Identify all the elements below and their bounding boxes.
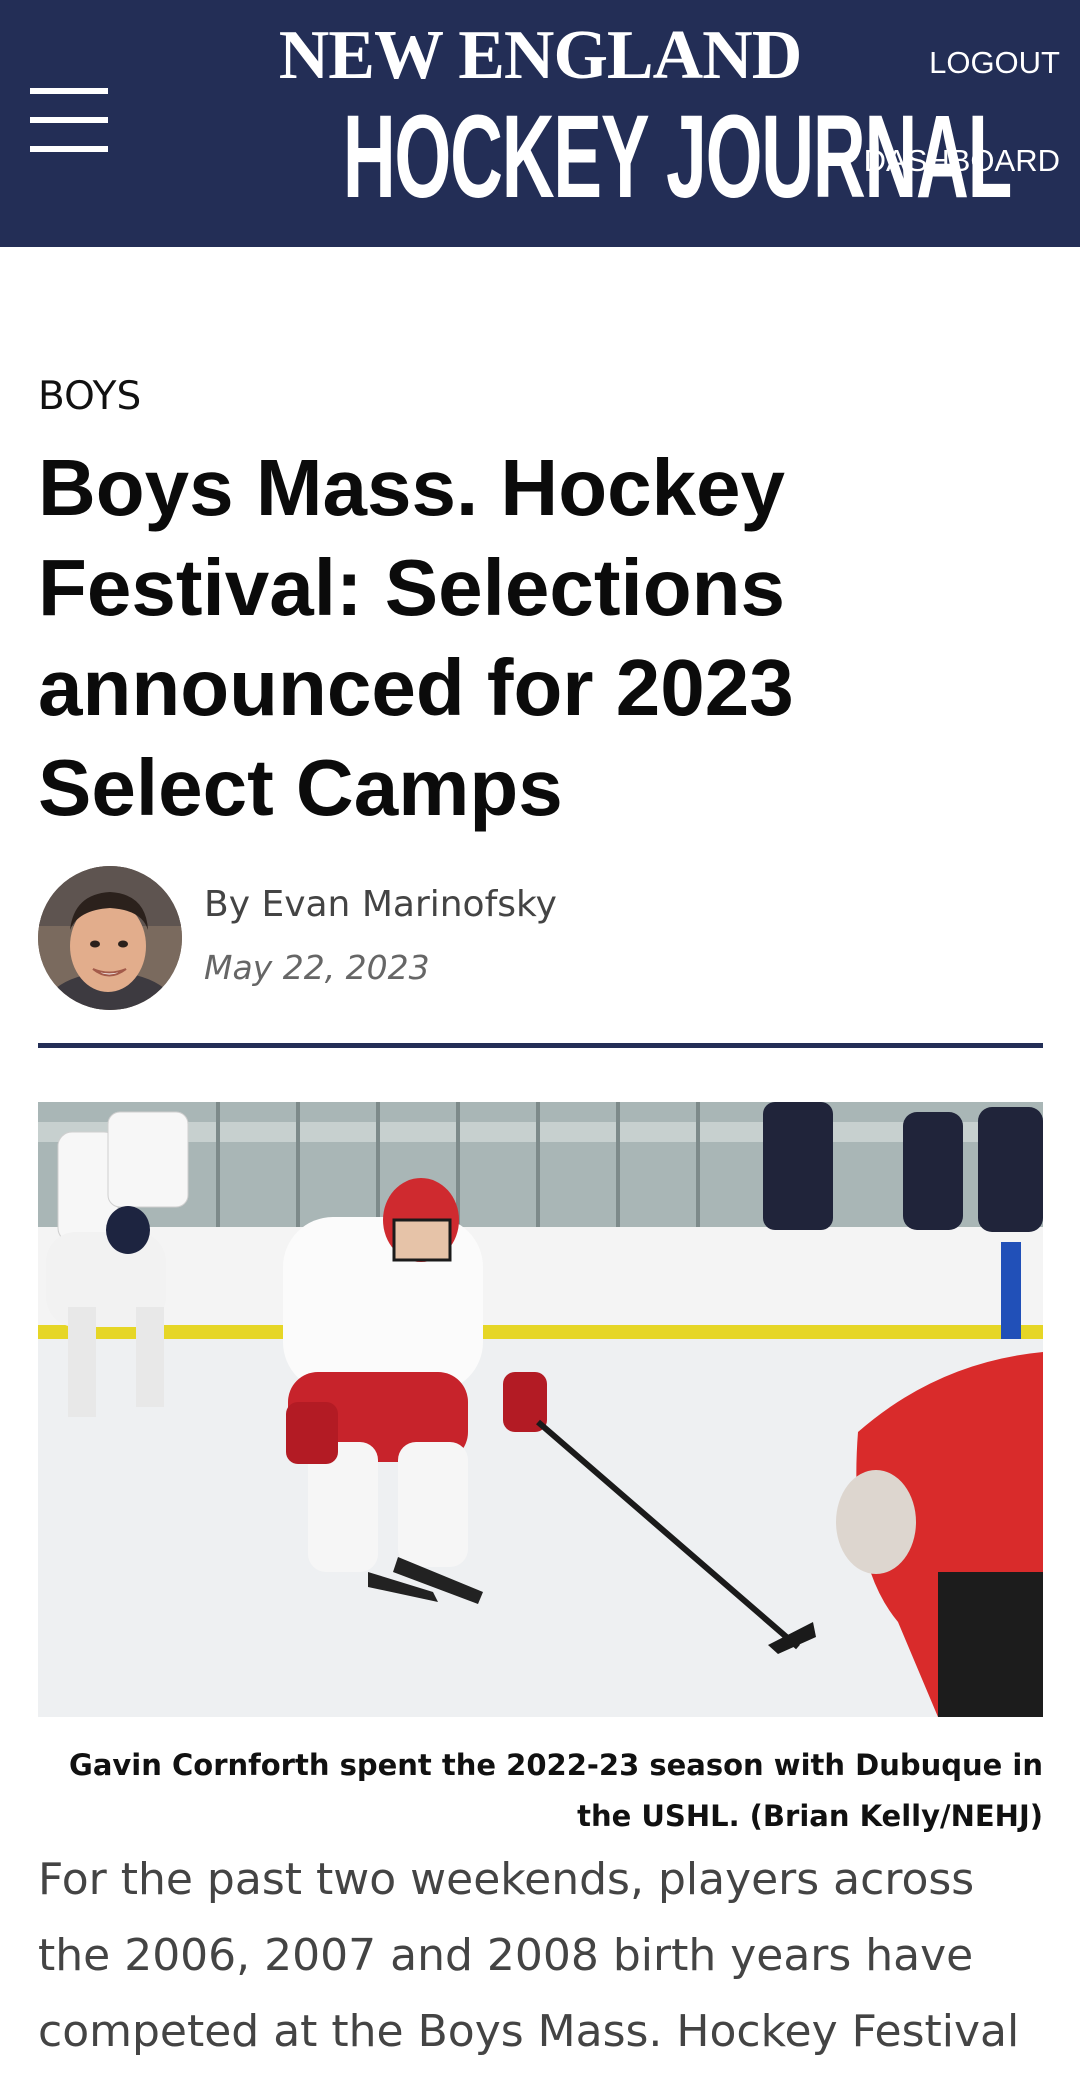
article-hero-photo[interactable] (38, 1102, 1043, 1717)
site-header: NEW ENGLAND HOCKEY JOURNAL LOGOUT DASHBO… (0, 0, 1080, 247)
header-divider (38, 1043, 1043, 1048)
article-body-paragraph: For the past two weekends, players acros… (38, 1854, 1020, 2057)
dashboard-link[interactable]: DASHBOARD (864, 143, 1060, 179)
menu-bar-middle (30, 117, 108, 123)
article-author[interactable]: By Evan Marinofsky (204, 884, 557, 925)
article-title: Boys Mass. Hockey Festival: Selections a… (38, 443, 794, 832)
article-category[interactable]: BOYS (38, 374, 141, 419)
logout-link[interactable]: LOGOUT (929, 45, 1060, 81)
site-logo[interactable]: NEW ENGLAND HOCKEY JOURNAL (222, 14, 1013, 230)
logo-line-bottom: HOCKEY JOURNAL (342, 91, 1013, 223)
menu-bar-top (30, 88, 108, 94)
logo-line-top: NEW ENGLAND (278, 17, 803, 94)
article-date: May 22, 2023 (204, 948, 430, 987)
photo-caption: Gavin Cornforth spent the 2022-23 season… (69, 1748, 1043, 1833)
hamburger-menu-icon[interactable] (30, 88, 108, 152)
menu-bar-bottom (30, 146, 108, 152)
author-photo (38, 866, 182, 1010)
author-avatar[interactable] (38, 866, 182, 1010)
hockey-player-photo (38, 1102, 1043, 1717)
